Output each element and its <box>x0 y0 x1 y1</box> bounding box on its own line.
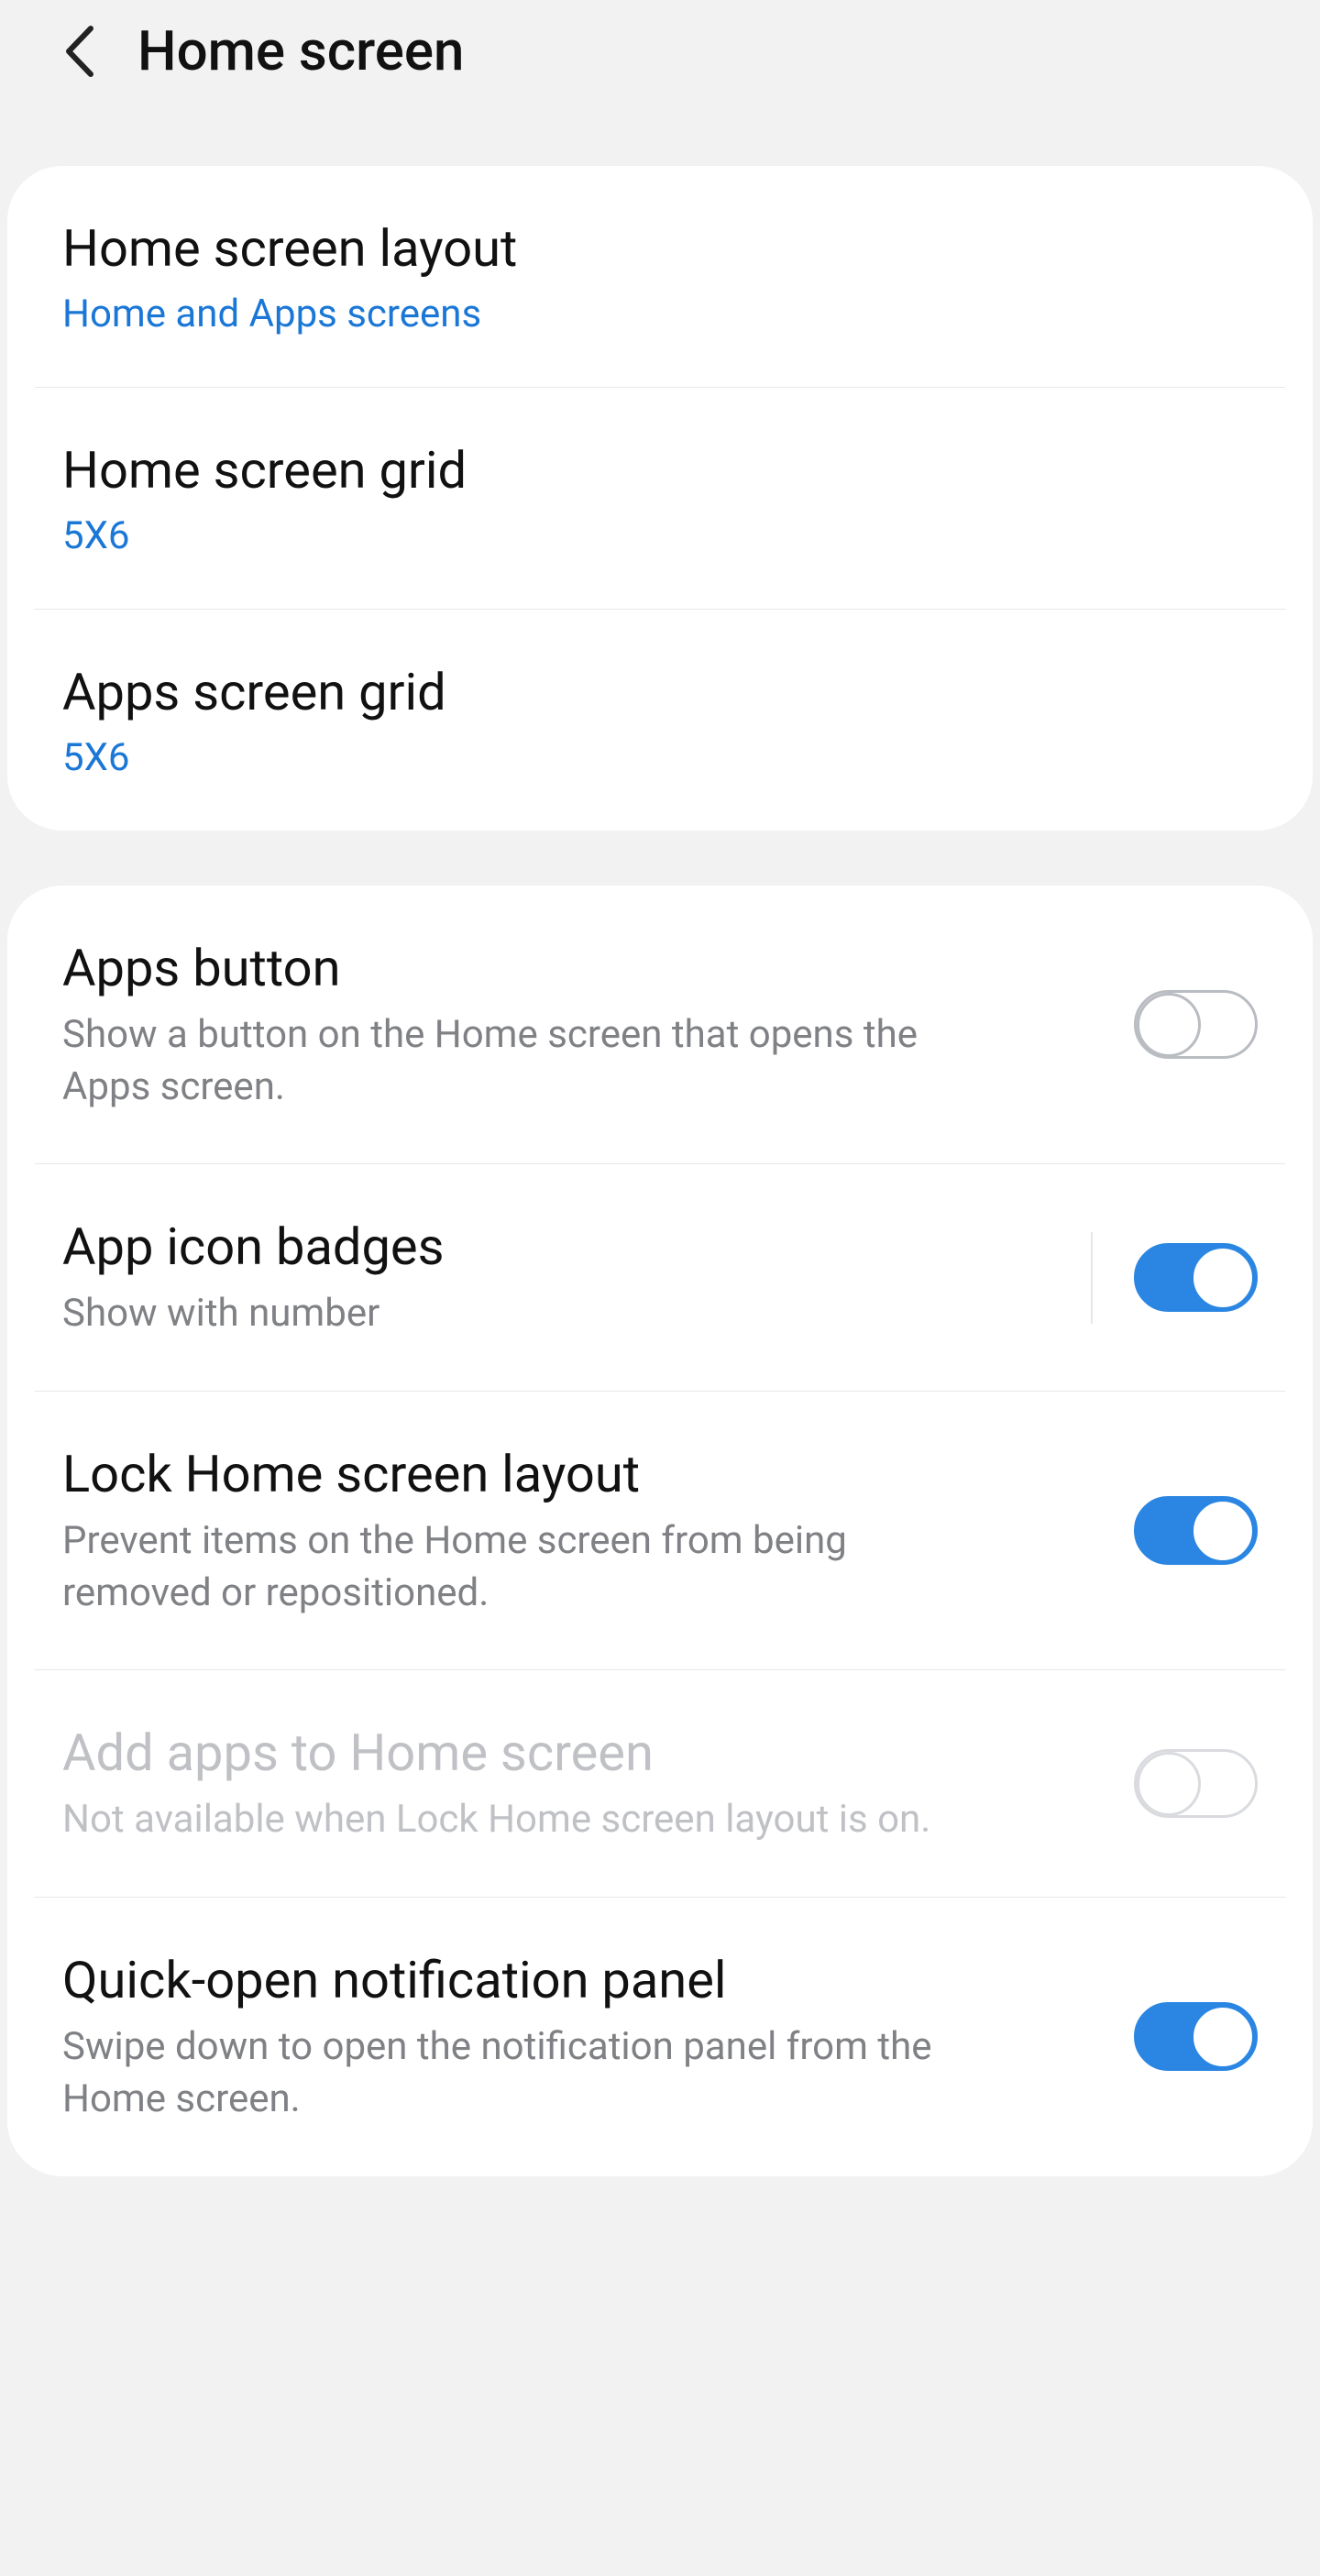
apps-button-toggle[interactable] <box>1129 984 1258 1066</box>
home-screen-grid-item[interactable]: Home screen grid 5X6 <box>7 388 1313 609</box>
home-screen-layout-item[interactable]: Home screen layout Home and Apps screens <box>7 166 1313 387</box>
app-icon-badges-toggle[interactable] <box>1129 1237 1258 1319</box>
item-title: Home screen layout <box>62 216 1230 281</box>
lock-home-screen-layout-item[interactable]: Lock Home screen layout Prevent items on… <box>7 1392 1313 1669</box>
header: Home screen <box>0 0 1320 166</box>
item-title: Lock Home screen layout <box>62 1442 1102 1506</box>
page-title: Home screen <box>138 18 464 83</box>
item-title: Apps screen grid <box>62 660 1230 724</box>
separator-bar <box>1091 1232 1093 1324</box>
item-desc: Show with number <box>62 1288 979 1340</box>
item-value: 5X6 <box>62 735 1230 780</box>
back-icon <box>61 25 94 78</box>
app-icon-badges-item[interactable]: App icon badges Show with number <box>7 1164 1313 1391</box>
settings-group-toggles: Apps button Show a button on the Home sc… <box>7 886 1313 2176</box>
apps-screen-grid-item[interactable]: Apps screen grid 5X6 <box>7 610 1313 831</box>
apps-button-item[interactable]: Apps button Show a button on the Home sc… <box>7 886 1313 1163</box>
quick-open-notification-panel-toggle[interactable] <box>1129 1996 1258 2078</box>
item-desc: Swipe down to open the notification pane… <box>62 2021 979 2125</box>
item-title: Add apps to Home screen <box>62 1721 1102 1785</box>
item-title: Apps button <box>62 936 1102 1000</box>
item-desc: Show a button on the Home screen that op… <box>62 1009 979 1113</box>
add-apps-to-home-screen-toggle <box>1129 1743 1258 1825</box>
item-value: Home and Apps screens <box>62 292 1230 336</box>
settings-group-layout: Home screen layout Home and Apps screens… <box>7 166 1313 831</box>
add-apps-to-home-screen-item: Add apps to Home screen Not available wh… <box>7 1670 1313 1897</box>
item-title: Quick-open notification panel <box>62 1948 1102 2012</box>
quick-open-notification-panel-item[interactable]: Quick-open notification panel Swipe down… <box>7 1898 1313 2175</box>
item-desc: Prevent items on the Home screen from be… <box>62 1515 979 1619</box>
lock-home-screen-layout-toggle[interactable] <box>1129 1490 1258 1572</box>
item-desc: Not available when Lock Home screen layo… <box>62 1794 979 1846</box>
item-value: 5X6 <box>62 513 1230 558</box>
item-title: App icon badges <box>62 1215 1063 1279</box>
back-button[interactable] <box>46 19 110 83</box>
item-title: Home screen grid <box>62 438 1230 502</box>
